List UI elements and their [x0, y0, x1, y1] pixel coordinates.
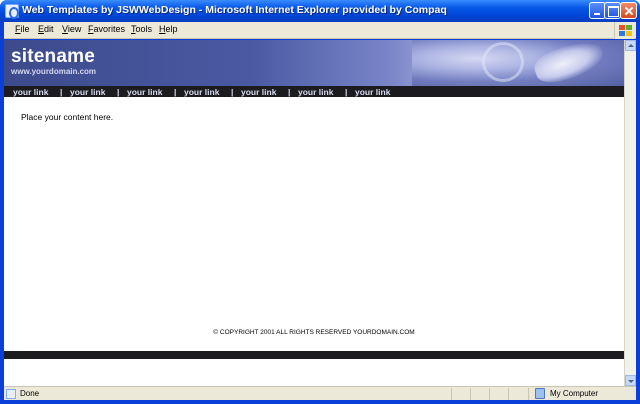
nav-bar: your link | your link | your link | your…: [4, 86, 624, 97]
footer-bar: [4, 351, 624, 359]
nav-link[interactable]: your link: [127, 87, 162, 97]
nav-separator: |: [174, 87, 177, 97]
nav-link[interactable]: your link: [184, 87, 219, 97]
nav-link[interactable]: your link: [355, 87, 390, 97]
status-bar: Done My Computer: [4, 386, 636, 400]
vertical-scrollbar[interactable]: [624, 40, 636, 386]
windows-flag-icon: [614, 22, 634, 39]
status-pane: [508, 388, 509, 400]
menu-edit[interactable]: Edit: [38, 24, 54, 34]
nav-link[interactable]: your link: [13, 87, 48, 97]
nav-separator: |: [231, 87, 234, 97]
content-text: Place your content here.: [21, 112, 114, 122]
security-zone-text: My Computer: [550, 389, 599, 398]
nav-link[interactable]: your link: [298, 87, 333, 97]
copyright-text: © COPYRIGHT 2001 ALL RIGHTS RESERVED YOU…: [213, 329, 415, 336]
nav-separator: |: [117, 87, 120, 97]
my-computer-icon: [535, 388, 545, 399]
menu-bar: File Edit View Favorites Tools Help: [4, 22, 636, 39]
menu-help[interactable]: Help: [159, 24, 178, 34]
menu-view[interactable]: View: [62, 24, 81, 34]
status-pane: [489, 388, 490, 400]
nav-separator: |: [345, 87, 348, 97]
site-url: www.yourdomain.com: [11, 67, 97, 76]
status-text: Done: [20, 389, 40, 398]
nav-separator: |: [60, 87, 63, 97]
status-pane: [528, 388, 529, 400]
status-pane: [451, 388, 452, 400]
scroll-down-arrow-icon[interactable]: [625, 375, 636, 386]
nav-link[interactable]: your link: [241, 87, 276, 97]
menu-tools[interactable]: Tools: [131, 24, 152, 34]
magnifier-image: [482, 42, 524, 82]
menu-file[interactable]: File: [15, 24, 30, 34]
scroll-up-arrow-icon[interactable]: [625, 40, 636, 51]
close-button[interactable]: [620, 2, 637, 19]
nav-link[interactable]: your link: [70, 87, 105, 97]
page-viewport: sitename www.yourdomain.com your link | …: [4, 40, 624, 386]
site-banner: sitename www.yourdomain.com: [4, 40, 624, 89]
nav-separator: |: [288, 87, 291, 97]
status-pane: [470, 388, 471, 400]
window-bottom-border: [0, 400, 640, 404]
window-title: Web Templates by JSWWebDesign - Microsof…: [22, 4, 447, 16]
title-bar[interactable]: Web Templates by JSWWebDesign - Microsof…: [0, 0, 640, 22]
ie-page-icon: [5, 4, 19, 19]
maximize-button[interactable]: [604, 2, 621, 19]
site-name: sitename: [11, 46, 95, 67]
menu-favorites[interactable]: Favorites: [88, 24, 125, 34]
ie-page-icon: [6, 389, 16, 399]
